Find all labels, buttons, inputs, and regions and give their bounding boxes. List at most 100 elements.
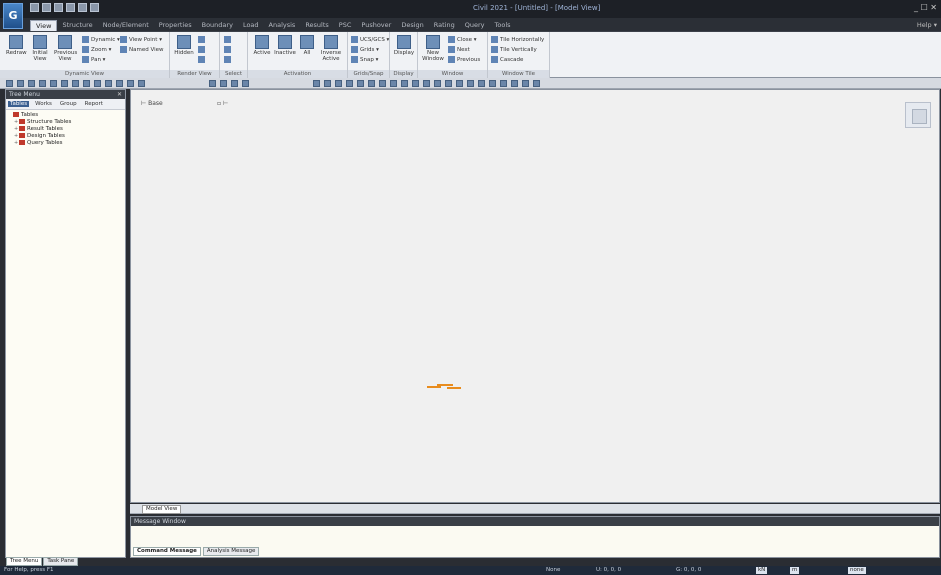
menu-tab-psc[interactable]: PSC bbox=[334, 20, 357, 31]
close-button[interactable]: Close ▾ bbox=[448, 36, 477, 43]
menu-tab-boundary[interactable]: Boundary bbox=[197, 20, 238, 31]
model-view-tab[interactable]: Model View bbox=[142, 505, 182, 514]
toolbar-icon[interactable] bbox=[412, 80, 419, 87]
message-tab-0[interactable]: Command Message bbox=[133, 547, 201, 556]
all-button[interactable]: All bbox=[298, 35, 316, 56]
force-unit[interactable]: kN bbox=[756, 566, 768, 575]
view-cube[interactable] bbox=[905, 102, 931, 128]
snap-button[interactable]: Snap ▾ bbox=[351, 56, 378, 63]
named-view-button[interactable]: Named View bbox=[120, 46, 164, 53]
toolbar-icon[interactable] bbox=[72, 80, 79, 87]
open-file-icon[interactable] bbox=[42, 3, 51, 12]
render-option-2[interactable] bbox=[198, 46, 207, 53]
toolbar-icon[interactable] bbox=[533, 80, 540, 87]
toolbar-icon[interactable] bbox=[478, 80, 485, 87]
tree-item[interactable]: + Design Tables bbox=[8, 133, 123, 140]
dynamic-button[interactable]: Dynamic ▾ bbox=[82, 36, 120, 43]
toolbar-icon[interactable] bbox=[346, 80, 353, 87]
previous-button[interactable]: Previous bbox=[448, 56, 480, 63]
toolbar-icon[interactable] bbox=[94, 80, 101, 87]
redraw-button[interactable]: Redraw bbox=[6, 35, 27, 56]
menu-tab-rating[interactable]: Rating bbox=[429, 20, 460, 31]
select-single[interactable] bbox=[224, 36, 233, 43]
menu-tab-load[interactable]: Load bbox=[238, 20, 264, 31]
tree-item[interactable]: + Query Tables bbox=[8, 140, 123, 147]
message-tab-1[interactable]: Analysis Message bbox=[202, 547, 260, 556]
tree-bottom-tab-1[interactable]: Task Pane bbox=[43, 557, 79, 566]
menu-tab-analysis[interactable]: Analysis bbox=[264, 20, 301, 31]
toolbar-icon[interactable] bbox=[434, 80, 441, 87]
toolbar-icon[interactable] bbox=[231, 80, 238, 87]
active-button[interactable]: Active bbox=[252, 35, 272, 56]
toolbar-icon[interactable] bbox=[324, 80, 331, 87]
new-window-button[interactable]: New Window bbox=[422, 35, 444, 62]
tree-tab-group[interactable]: Group bbox=[58, 101, 79, 107]
toolbar-icon[interactable] bbox=[390, 80, 397, 87]
hidden-button[interactable]: Hidden bbox=[174, 35, 194, 56]
cascade-button[interactable]: Cascade bbox=[491, 56, 523, 63]
menu-tab-structure[interactable]: Structure bbox=[57, 20, 97, 31]
tile-vertically-button[interactable]: Tile Vertically bbox=[491, 46, 537, 53]
mode-select[interactable]: none bbox=[848, 566, 866, 575]
length-unit[interactable]: m bbox=[790, 566, 800, 575]
toolbar-icon[interactable] bbox=[61, 80, 68, 87]
model-view[interactable]: ⊢ Base ▫ ⊢ bbox=[130, 89, 940, 503]
tree-item[interactable]: + Structure Tables bbox=[8, 119, 123, 126]
menu-tab-node-element[interactable]: Node/Element bbox=[98, 20, 154, 31]
toolbar-icon[interactable] bbox=[423, 80, 430, 87]
toolbar-icon[interactable] bbox=[379, 80, 386, 87]
redo-icon[interactable] bbox=[90, 3, 99, 12]
previous-view-button[interactable]: Previous View bbox=[54, 35, 77, 62]
toolbar-icon[interactable] bbox=[500, 80, 507, 87]
toolbar-icon[interactable] bbox=[105, 80, 112, 87]
menu-tab-properties[interactable]: Properties bbox=[154, 20, 197, 31]
menu-tab-tools[interactable]: Tools bbox=[490, 20, 516, 31]
grids-button[interactable]: Grids ▾ bbox=[351, 46, 379, 53]
render-option-3[interactable] bbox=[198, 56, 207, 63]
toolbar-icon[interactable] bbox=[17, 80, 24, 87]
toolbar-icon[interactable] bbox=[522, 80, 529, 87]
toolbar-icon[interactable] bbox=[445, 80, 452, 87]
tree-item[interactable]: Tables bbox=[8, 112, 123, 119]
menu-tab-results[interactable]: Results bbox=[300, 20, 333, 31]
zoom-button[interactable]: Zoom ▾ bbox=[82, 46, 111, 53]
display-button[interactable]: Display bbox=[393, 35, 415, 56]
toolbar-icon[interactable] bbox=[220, 80, 227, 87]
tree-tab-tables[interactable]: Tables bbox=[8, 101, 30, 107]
tree-bottom-tab-0[interactable]: Tree Menu bbox=[6, 557, 43, 566]
tree-item[interactable]: + Result Tables bbox=[8, 126, 123, 133]
inverse-active-button[interactable]: Inverse Active bbox=[318, 35, 344, 62]
toolbar-icon[interactable] bbox=[127, 80, 134, 87]
pan-button[interactable]: Pan ▾ bbox=[82, 56, 105, 63]
toolbar-icon[interactable] bbox=[467, 80, 474, 87]
inactive-button[interactable]: Inactive bbox=[274, 35, 296, 56]
toolbar-icon[interactable] bbox=[138, 80, 145, 87]
new-file-icon[interactable] bbox=[30, 3, 39, 12]
toolbar-icon[interactable] bbox=[83, 80, 90, 87]
toolbar-icon[interactable] bbox=[401, 80, 408, 87]
toolbar-icon[interactable] bbox=[456, 80, 463, 87]
toolbar-icon[interactable] bbox=[368, 80, 375, 87]
undo-icon[interactable] bbox=[78, 3, 87, 12]
render-option-1[interactable] bbox=[198, 36, 207, 43]
toolbar-icon[interactable] bbox=[242, 80, 249, 87]
tree-tab-report[interactable]: Report bbox=[83, 101, 105, 107]
save-icon[interactable] bbox=[54, 3, 63, 12]
tile-horizontally-button[interactable]: Tile Horizontally bbox=[491, 36, 544, 43]
select-window[interactable] bbox=[224, 46, 233, 53]
app-logo[interactable]: G bbox=[3, 3, 23, 29]
window-controls[interactable]: _ ☐ ✕ bbox=[914, 3, 937, 12]
next-button[interactable]: Next bbox=[448, 46, 470, 53]
ucs-gcs-button[interactable]: UCS/GCS ▾ bbox=[351, 36, 389, 43]
menu-tab-view[interactable]: View bbox=[30, 20, 58, 31]
menu-tab-query[interactable]: Query bbox=[460, 20, 490, 31]
menu-tab-pushover[interactable]: Pushover bbox=[356, 20, 396, 31]
help-menu[interactable]: Help ▾ bbox=[917, 21, 937, 29]
save-as-icon[interactable] bbox=[66, 3, 75, 12]
toolbar-icon[interactable] bbox=[357, 80, 364, 87]
toolbar-icon[interactable] bbox=[313, 80, 320, 87]
toolbar-icon[interactable] bbox=[116, 80, 123, 87]
toolbar-icon[interactable] bbox=[335, 80, 342, 87]
view-point-button[interactable]: View Point ▾ bbox=[120, 36, 162, 43]
toolbar-icon[interactable] bbox=[28, 80, 35, 87]
